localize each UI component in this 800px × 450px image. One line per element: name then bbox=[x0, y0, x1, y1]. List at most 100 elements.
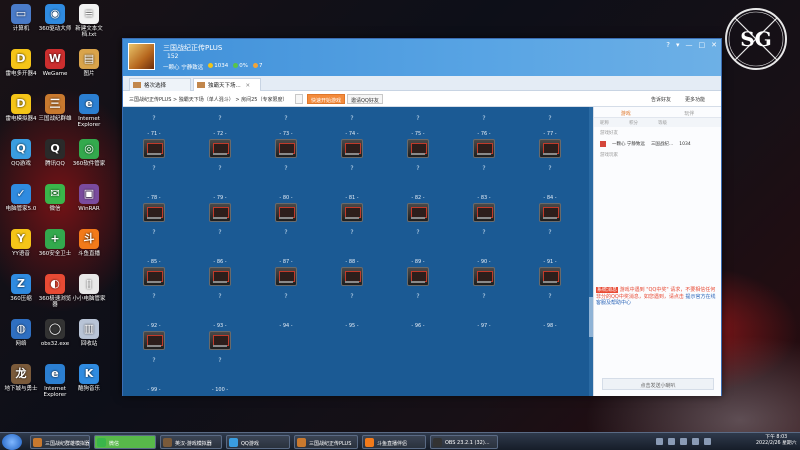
tab-close-icon[interactable]: ✕ bbox=[246, 83, 251, 89]
seat-empty-icon[interactable]: ? bbox=[545, 115, 555, 122]
seat-empty-icon[interactable]: ? bbox=[215, 165, 225, 172]
game-table-icon[interactable] bbox=[539, 139, 561, 158]
desktop-icon[interactable]: ✉ 微信 bbox=[38, 184, 72, 212]
seat-empty-icon[interactable]: ? bbox=[545, 229, 555, 236]
seat-empty-icon[interactable]: ? bbox=[479, 293, 489, 300]
desktop-icon[interactable]: ◯ obs32.exe bbox=[38, 319, 72, 347]
desktop-icon[interactable]: e Internet Explorer bbox=[38, 364, 72, 398]
volume-icon[interactable] bbox=[692, 438, 699, 445]
desktop-icon[interactable]: ◎ 360软件管家 bbox=[72, 139, 106, 167]
desktop-icon[interactable]: Q 腾讯QQ bbox=[38, 139, 72, 167]
more-functions-menu[interactable]: 更多功能 bbox=[685, 96, 705, 103]
seat-empty-icon[interactable]: ? bbox=[347, 165, 357, 172]
taskbar-app-button[interactable]: QQ游戏 bbox=[226, 435, 290, 449]
seat-empty-icon[interactable]: ? bbox=[215, 229, 225, 236]
game-table-icon[interactable] bbox=[275, 203, 297, 222]
seat-empty-icon[interactable]: ? bbox=[479, 115, 489, 122]
game-table-icon[interactable] bbox=[341, 267, 363, 286]
seat-empty-icon[interactable]: ? bbox=[281, 115, 291, 122]
desktop-icon[interactable]: ▤ 图片 bbox=[72, 49, 106, 77]
desktop-icon[interactable]: ▭ 计算机 bbox=[4, 4, 38, 32]
panel-tab-game[interactable]: 游戏 bbox=[594, 107, 658, 117]
desktop-icon[interactable]: Z 360压缩 bbox=[4, 274, 38, 302]
desktop-icon[interactable]: ▣ WinRAR bbox=[72, 184, 106, 212]
game-table-icon[interactable] bbox=[407, 139, 429, 158]
game-table-icon[interactable] bbox=[407, 203, 429, 222]
game-table-icon[interactable] bbox=[275, 139, 297, 158]
desktop-icon[interactable]: ▯ 小小电脑管家 bbox=[72, 274, 106, 302]
desktop-icon[interactable]: 斗斗鱼直播 bbox=[72, 229, 106, 257]
desktop-icon[interactable]: 龙地下城与勇士 bbox=[4, 364, 38, 392]
taskbar-app-button[interactable]: 三国战纪群雄模拟器 bbox=[30, 435, 90, 449]
seat-empty-icon[interactable]: ? bbox=[413, 165, 423, 172]
friend-row[interactable]: 一颗心 宁静致远 三国战纪... 1034 bbox=[594, 139, 721, 149]
help-icon[interactable]: ? bbox=[666, 41, 670, 49]
tray-icon[interactable] bbox=[668, 438, 675, 445]
quick-start-button[interactable]: 快速开始游戏 bbox=[307, 94, 346, 104]
column-nickname[interactable]: 昵称 bbox=[600, 120, 609, 127]
desktop-icon[interactable]: D 雷电多开器4 bbox=[4, 49, 38, 77]
network-icon[interactable] bbox=[704, 438, 711, 445]
desktop-icon[interactable]: e Internet Explorer bbox=[72, 94, 106, 128]
seat-empty-icon[interactable]: ? bbox=[215, 293, 225, 300]
game-table-icon[interactable] bbox=[407, 267, 429, 286]
desktop-icon[interactable]: ✓ 电脑管家5.0 bbox=[4, 184, 38, 212]
maximize-icon[interactable]: □ bbox=[699, 41, 706, 49]
game-table-icon[interactable] bbox=[473, 267, 495, 286]
clock[interactable]: 下午 8:03 2022/2/26 星期六 bbox=[756, 435, 797, 447]
seat-empty-icon[interactable]: ? bbox=[215, 115, 225, 122]
tab-current-room[interactable]: 独霸天下场... ✕ bbox=[193, 78, 261, 91]
desktop-icon[interactable]: Q QQ游戏 bbox=[4, 139, 38, 167]
desktop-icon[interactable]: W WeGame bbox=[38, 49, 72, 77]
seat-empty-icon[interactable]: ? bbox=[347, 115, 357, 122]
seat-empty-icon[interactable]: ? bbox=[281, 229, 291, 236]
menu-icon[interactable]: ▾ bbox=[676, 41, 680, 49]
tab-room-select[interactable]: 格次选择 bbox=[129, 78, 191, 91]
seat-empty-icon[interactable]: ? bbox=[479, 229, 489, 236]
seat-empty-icon[interactable]: ? bbox=[149, 293, 159, 300]
game-table-icon[interactable] bbox=[341, 139, 363, 158]
game-table-icon[interactable] bbox=[143, 203, 165, 222]
tray-icon[interactable] bbox=[680, 438, 687, 445]
taskbar-app-button[interactable]: 三国战纪正传PLUS bbox=[294, 435, 358, 449]
invite-friend-button[interactable]: 邀请QQ好友 bbox=[347, 94, 383, 104]
seat-empty-icon[interactable]: ? bbox=[413, 293, 423, 300]
game-table-icon[interactable] bbox=[539, 203, 561, 222]
seat-empty-icon[interactable]: ? bbox=[347, 293, 357, 300]
bookmark-icon[interactable] bbox=[295, 94, 303, 104]
seat-empty-icon[interactable]: ? bbox=[347, 229, 357, 236]
desktop-icon[interactable]: ≡ 新建文本文档.txt bbox=[72, 4, 106, 38]
game-table-icon[interactable] bbox=[275, 267, 297, 286]
seat-empty-icon[interactable]: ? bbox=[545, 293, 555, 300]
seat-empty-icon[interactable]: ? bbox=[149, 165, 159, 172]
taskbar-app-button[interactable]: 斗鱼直播伴侣 bbox=[362, 435, 426, 449]
game-table-icon[interactable] bbox=[209, 139, 231, 158]
desktop-icon[interactable]: ◍ 网络 bbox=[4, 319, 38, 347]
seat-empty-icon[interactable]: ? bbox=[149, 229, 159, 236]
desktop-icon[interactable]: K 酷狗音乐 bbox=[72, 364, 106, 392]
seat-empty-icon[interactable]: ? bbox=[215, 357, 225, 364]
game-table-icon[interactable] bbox=[209, 203, 231, 222]
seat-empty-icon[interactable]: ? bbox=[413, 229, 423, 236]
desktop-icon[interactable]: ◉ 360驱动大师 bbox=[38, 4, 72, 32]
panel-tab-partner[interactable]: 玩伴 bbox=[658, 107, 722, 117]
game-table-icon[interactable] bbox=[341, 203, 363, 222]
close-icon[interactable]: ✕ bbox=[711, 41, 717, 49]
desktop-icon[interactable]: D 雷电模拟器4 bbox=[4, 94, 38, 122]
column-score[interactable]: 积分 bbox=[629, 120, 638, 127]
game-table-icon[interactable] bbox=[143, 331, 165, 350]
taskbar-app-button[interactable]: 微信 bbox=[94, 435, 156, 449]
desktop-icon[interactable]: +360安全卫士 bbox=[38, 229, 72, 257]
game-table-icon[interactable] bbox=[209, 267, 231, 286]
game-table-icon[interactable] bbox=[473, 139, 495, 158]
column-level[interactable]: 等级 bbox=[658, 120, 667, 127]
seat-empty-icon[interactable]: ? bbox=[545, 165, 555, 172]
seat-empty-icon[interactable]: ? bbox=[149, 115, 159, 122]
desktop-icon[interactable]: ◐ 360极速浏览器 bbox=[38, 274, 72, 308]
seat-empty-icon[interactable]: ? bbox=[281, 293, 291, 300]
tray-icon[interactable] bbox=[656, 438, 663, 445]
tell-friend-link[interactable]: 告诉好友 bbox=[651, 96, 671, 103]
desktop-icon[interactable]: Y YY语音 bbox=[4, 229, 38, 257]
taskbar-app-button[interactable]: 英汉-游戏模拟器 bbox=[160, 435, 222, 449]
desktop-icon[interactable]: 三三国战纪群雄 bbox=[38, 94, 72, 122]
